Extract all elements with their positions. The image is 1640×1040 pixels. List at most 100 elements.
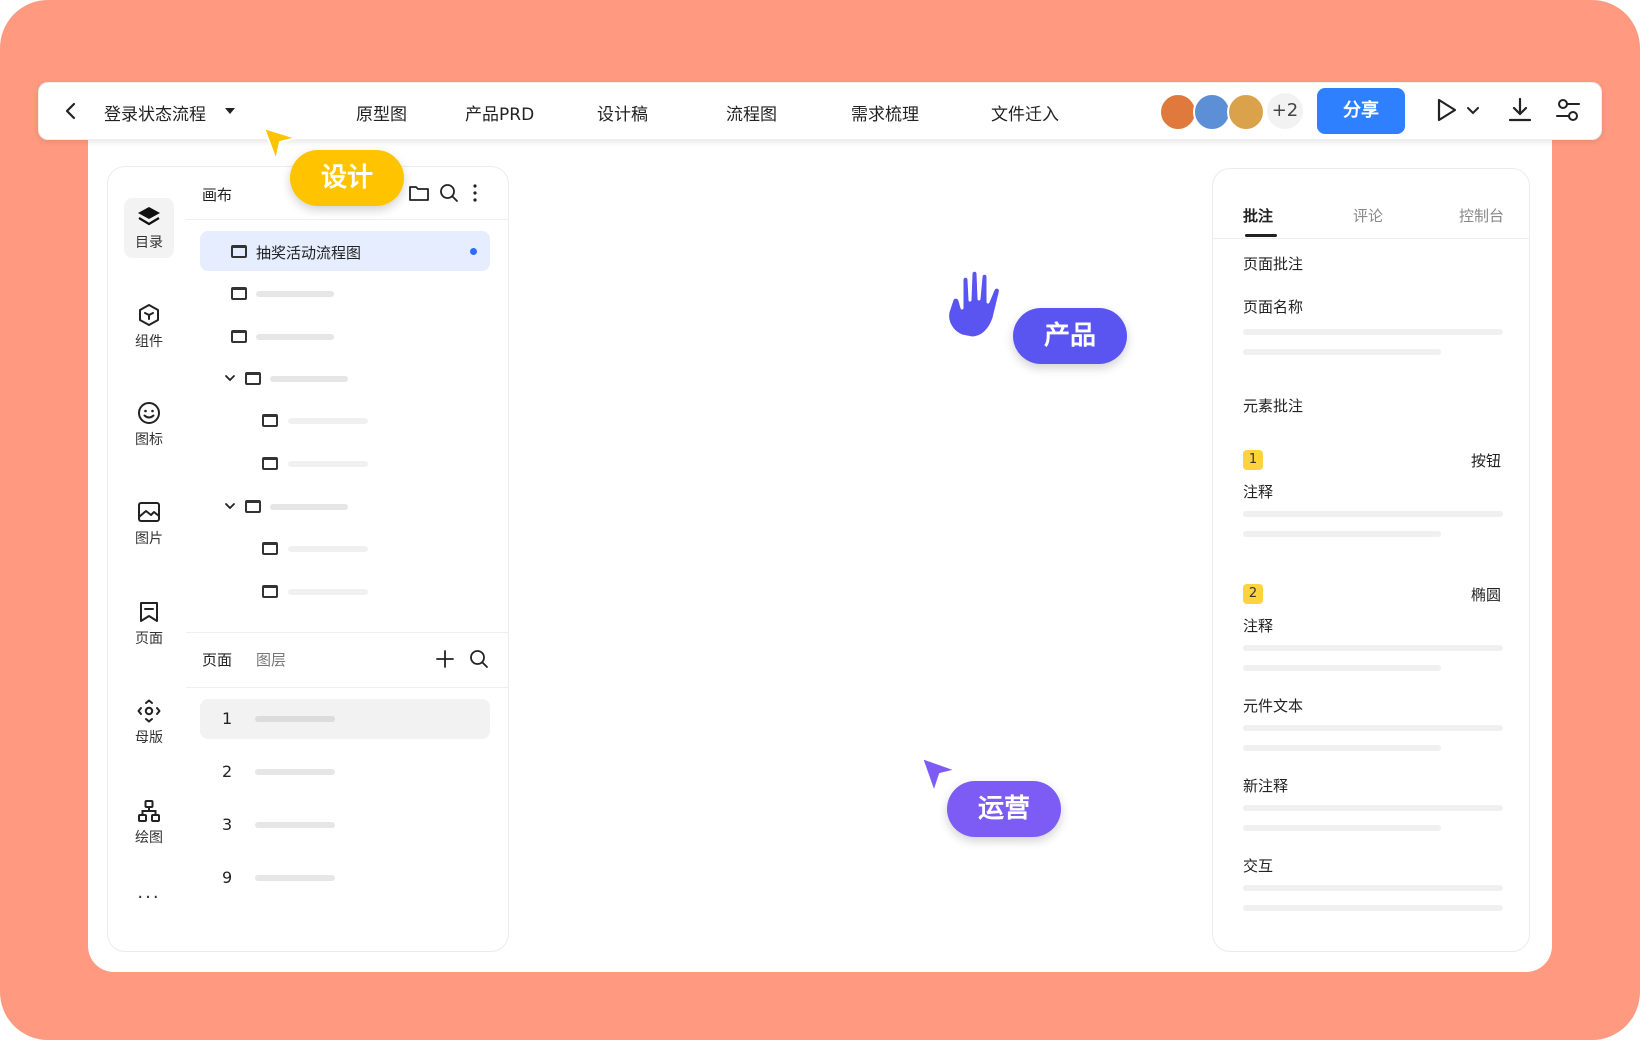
tree-item[interactable] — [200, 316, 490, 356]
tree-item[interactable] — [200, 273, 490, 313]
frame-icon — [262, 585, 278, 598]
placeholder-bar — [1243, 531, 1441, 537]
rail-label: 母版 — [135, 730, 163, 746]
nav-requirements[interactable]: 需求梳理 — [851, 100, 919, 125]
avatar-more-count[interactable]: +2 — [1267, 93, 1303, 129]
collaborators[interactable]: +2 — [1159, 91, 1339, 131]
add-icon[interactable] — [434, 648, 456, 670]
annotation-label: 注释 — [1243, 483, 1274, 501]
tree-group[interactable] — [200, 486, 490, 526]
share-button[interactable]: 分享 — [1317, 88, 1405, 134]
frame-icon — [245, 372, 261, 385]
avatar — [1227, 93, 1265, 131]
placeholder-bar — [1243, 329, 1503, 335]
tree-item[interactable] — [200, 443, 490, 483]
avatar — [1159, 93, 1197, 131]
download-icon[interactable] — [1505, 95, 1535, 125]
divider — [186, 219, 508, 220]
placeholder-bar — [288, 589, 368, 595]
annotation-badge: 1 — [1243, 450, 1263, 470]
right-panel: 批注 评论 控制台 页面批注 页面名称 元素批注 1 按钮 注释 2 椭圆 注释… — [1212, 168, 1530, 952]
frame-icon — [262, 414, 278, 427]
rail-label: 图标 — [135, 432, 163, 448]
page-number: 9 — [222, 868, 233, 887]
avatar — [1193, 93, 1231, 131]
divider — [1213, 238, 1529, 239]
status-dot — [470, 248, 477, 255]
interaction-label: 交互 — [1243, 857, 1274, 875]
frame-icon — [231, 287, 247, 300]
placeholder-bar — [1243, 511, 1503, 517]
nav-import[interactable]: 文件迁入 — [991, 100, 1059, 125]
more-vertical-icon[interactable] — [468, 182, 482, 204]
rail-label: 图片 — [135, 531, 163, 547]
play-icon[interactable] — [1431, 95, 1461, 125]
tree-group[interactable] — [200, 358, 490, 398]
placeholder-bar — [1243, 349, 1441, 355]
placeholder-bar — [255, 716, 335, 722]
frame-icon — [262, 542, 278, 555]
page-number: 3 — [222, 815, 233, 834]
cursor-arrow-icon — [921, 757, 957, 793]
rail-icons[interactable]: 图标 — [124, 401, 174, 449]
placeholder-bar — [1243, 825, 1441, 831]
rail-drawing[interactable]: 绘图 — [124, 799, 174, 847]
product-tag: 产品 — [1013, 308, 1127, 364]
placeholder-bar — [1243, 645, 1503, 651]
placeholder-bar — [255, 769, 335, 775]
project-title[interactable]: 登录状态流程 — [104, 100, 206, 125]
page-row[interactable]: 3 — [200, 805, 490, 845]
annotation-badge: 2 — [1243, 584, 1263, 604]
placeholder-bar — [1243, 745, 1441, 751]
tab-pages[interactable]: 页面 — [202, 649, 232, 670]
placeholder-bar — [288, 418, 368, 424]
rail-masters[interactable]: 母版 — [124, 699, 174, 747]
placeholder-bar — [256, 291, 334, 297]
tab-comments[interactable]: 评论 — [1353, 205, 1383, 226]
tab-layers[interactable]: 图层 — [256, 649, 286, 670]
chevron-down-icon[interactable] — [1465, 95, 1481, 125]
search-icon[interactable] — [438, 182, 460, 204]
tab-annotations[interactable]: 批注 — [1243, 205, 1273, 226]
placeholder-bar — [1243, 805, 1503, 811]
annotation-type: 按钮 — [1470, 452, 1501, 470]
folder-icon[interactable] — [408, 183, 430, 203]
placeholder-bar — [270, 504, 348, 510]
master-icon — [137, 699, 161, 723]
placeholder-bar — [255, 875, 335, 881]
tree-item[interactable] — [200, 571, 490, 611]
cursor-arrow-icon — [263, 127, 297, 161]
rail-label: 绘图 — [135, 830, 163, 846]
nav-flowchart[interactable]: 流程图 — [726, 100, 777, 125]
nav-prd[interactable]: 产品PRD — [465, 100, 534, 125]
nav-design[interactable]: 设计稿 — [597, 100, 648, 125]
chevron-down-icon[interactable] — [224, 372, 236, 384]
tree-item-active[interactable]: 抽奖活动流程图 — [200, 231, 490, 271]
page-number: 1 — [222, 709, 233, 728]
nav-prototype[interactable]: 原型图 — [356, 100, 407, 125]
rail-more[interactable]: ··· — [124, 887, 174, 908]
caret-down-icon[interactable] — [224, 105, 236, 117]
rail-label: 页面 — [135, 631, 163, 647]
rail-images[interactable]: 图片 — [124, 500, 174, 548]
page-row[interactable]: 1 — [200, 699, 490, 739]
page-name-label: 页面名称 — [1243, 298, 1304, 316]
rail-pages[interactable]: 页面 — [124, 600, 174, 648]
back-icon[interactable] — [57, 97, 85, 125]
rail-catalog[interactable]: 目录 — [124, 198, 174, 258]
rail-components[interactable]: 组件 — [124, 303, 174, 351]
tree-item[interactable] — [200, 528, 490, 568]
page-row[interactable]: 2 — [200, 752, 490, 792]
layers-icon — [138, 207, 160, 226]
chevron-down-icon[interactable] — [224, 500, 236, 512]
settings-sliders-icon[interactable] — [1553, 95, 1583, 125]
placeholder-bar — [1243, 905, 1503, 911]
divider — [186, 632, 508, 633]
tab-console[interactable]: 控制台 — [1459, 205, 1504, 226]
search-icon[interactable] — [468, 648, 490, 670]
page-row[interactable]: 9 — [200, 858, 490, 898]
element-note-title: 元素批注 — [1243, 397, 1304, 415]
tree-item[interactable] — [200, 400, 490, 440]
frame-icon — [231, 245, 247, 258]
flow-icon — [138, 800, 160, 822]
